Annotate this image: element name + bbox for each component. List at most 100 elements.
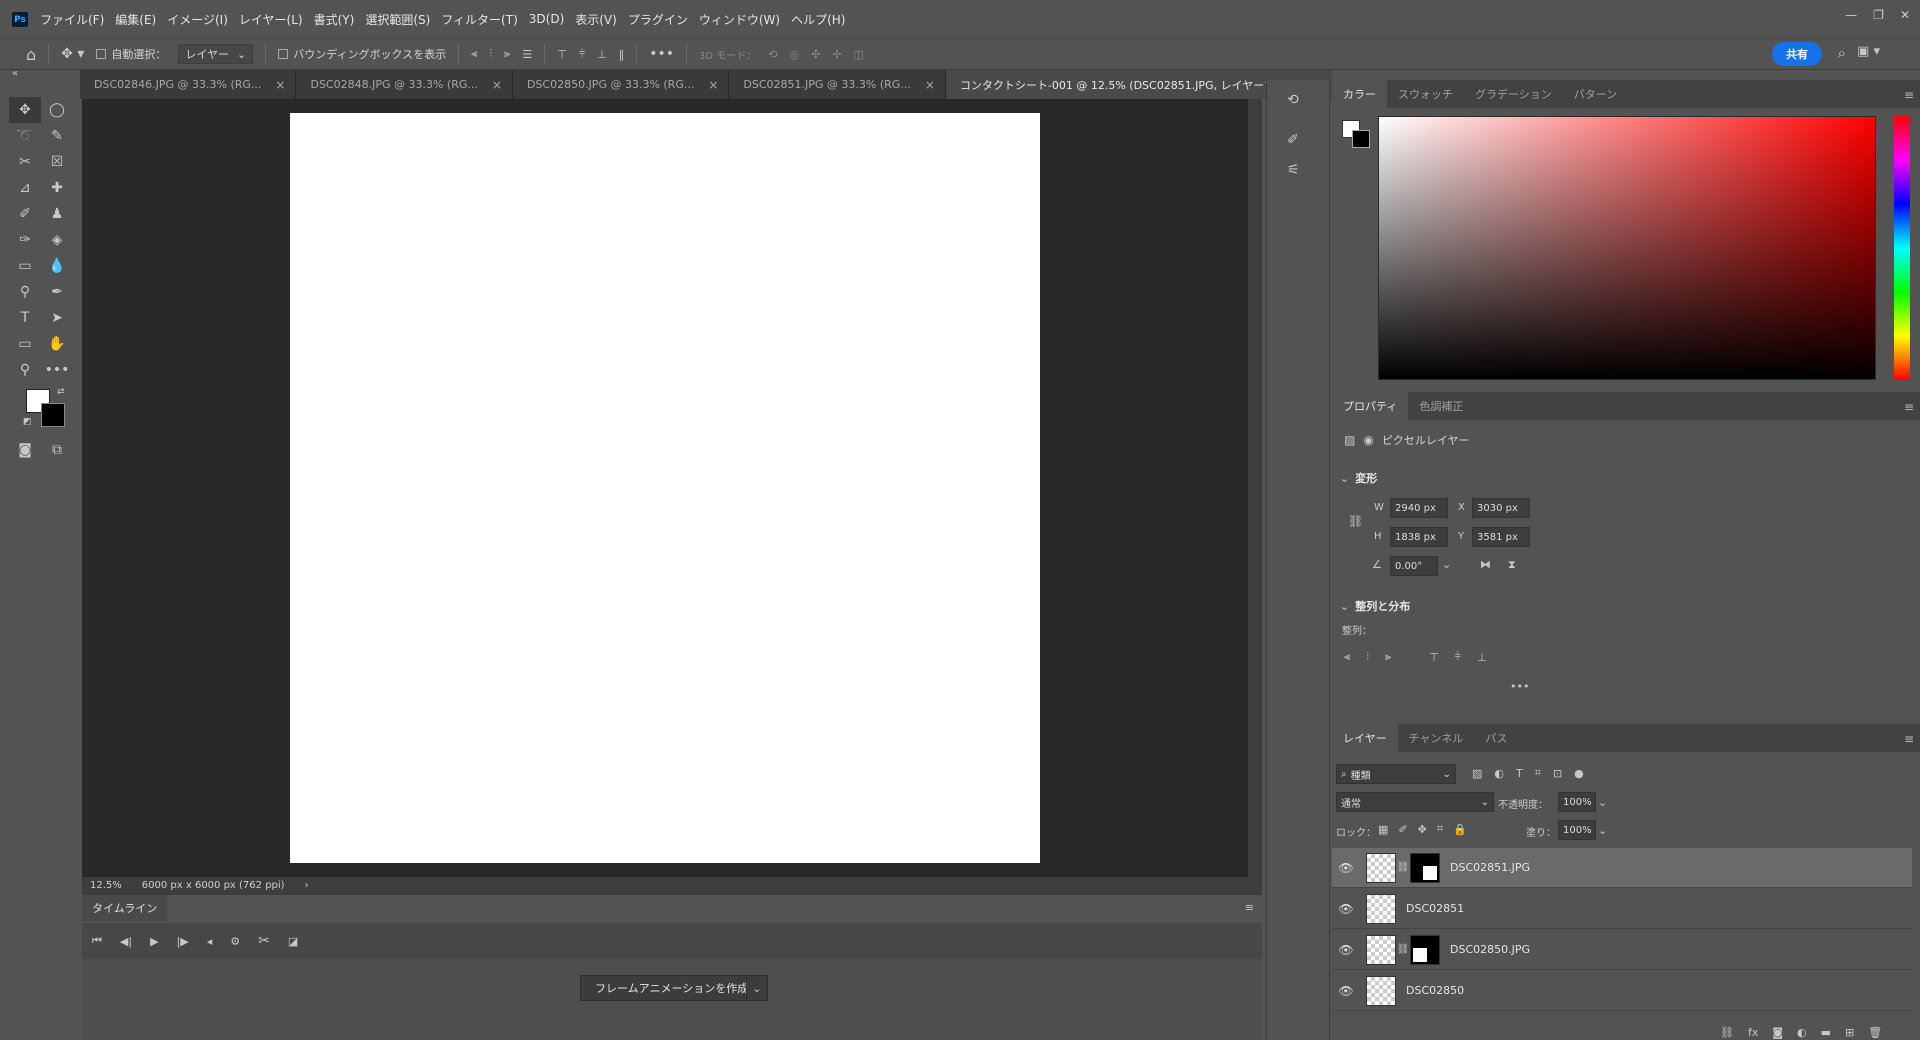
history-icon[interactable]: ⟲ bbox=[1287, 92, 1299, 108]
align-right-icon[interactable]: ⫸ bbox=[1385, 650, 1391, 664]
align-center-h-icon[interactable]: ⫶ bbox=[489, 47, 492, 61]
align-left-icon[interactable]: ⫷ bbox=[471, 47, 477, 61]
crop-tool-icon[interactable]: ✂ bbox=[9, 149, 41, 175]
fx-icon[interactable]: fx bbox=[1748, 1026, 1758, 1039]
new-group-icon[interactable]: ▬ bbox=[1821, 1026, 1831, 1039]
distribute-icon[interactable]: ☰ bbox=[522, 48, 532, 61]
zoom-tool-icon[interactable]: ⚲ bbox=[9, 357, 41, 383]
document-tab[interactable]: DSC02850.JPG @ 33.3% (RG... × bbox=[512, 70, 730, 99]
tab-patterns[interactable]: パターン bbox=[1563, 80, 1628, 108]
rectangle-tool-icon[interactable]: ▭ bbox=[9, 331, 41, 357]
adjustments-icon[interactable]: ⚟ bbox=[1287, 162, 1300, 178]
blur-tool-icon[interactable]: 💧 bbox=[41, 253, 73, 279]
align-bottom-icon[interactable]: ⊥ bbox=[1477, 651, 1487, 664]
3d-camera-icon[interactable]: ◫ bbox=[854, 48, 864, 61]
align-middle-v-icon[interactable]: ⫩ bbox=[1455, 650, 1461, 664]
close-tab-icon[interactable]: × bbox=[275, 78, 285, 92]
distribute-v-icon[interactable]: ‖ bbox=[619, 48, 625, 61]
more-options-icon[interactable]: ••• bbox=[649, 46, 674, 62]
transition-icon[interactable]: ◪ bbox=[288, 935, 298, 948]
swap-colors-icon[interactable]: ⇄ bbox=[57, 387, 65, 397]
marquee-tool-icon[interactable]: ◯ bbox=[41, 97, 73, 123]
tab-color[interactable]: カラー bbox=[1332, 80, 1387, 108]
tab-layers[interactable]: レイヤー bbox=[1332, 724, 1398, 752]
background-color-swatch[interactable] bbox=[41, 403, 65, 427]
history-brush-tool-icon[interactable]: ✑ bbox=[9, 227, 41, 253]
chevron-down-icon[interactable]: ⌄ bbox=[1442, 558, 1451, 571]
align-section-header[interactable]: ⌄ 整列と分布 bbox=[1340, 598, 1410, 614]
brush-tool-icon[interactable]: ✐ bbox=[9, 201, 41, 227]
panel-menu-icon[interactable]: ≡ bbox=[1245, 901, 1254, 914]
layer-filter-dropdown[interactable]: ⌕ 種類 ⌄ bbox=[1336, 764, 1456, 784]
shape-filter-icon[interactable]: ⌗ bbox=[1535, 766, 1541, 780]
brush-settings-icon[interactable]: ✐ bbox=[1287, 132, 1299, 148]
pen-tool-icon[interactable]: ✒ bbox=[41, 279, 73, 305]
minimize-icon[interactable]: — bbox=[1845, 8, 1857, 22]
flip-vertical-icon[interactable]: ⧗ bbox=[1508, 558, 1516, 572]
visibility-eye-icon[interactable]: 👁 bbox=[1332, 984, 1360, 998]
hue-slider[interactable] bbox=[1894, 116, 1910, 380]
opacity-field[interactable]: 100% bbox=[1558, 792, 1596, 812]
adjustment-filter-icon[interactable]: ◐ bbox=[1494, 767, 1504, 780]
document-tab[interactable]: DSC02851.JPG @ 33.3% (RG... × bbox=[729, 70, 946, 99]
menu-image[interactable]: イメージ(I) bbox=[167, 11, 228, 28]
height-field[interactable]: 1838 px bbox=[1390, 527, 1448, 547]
lasso-tool-icon[interactable]: ➰ bbox=[9, 123, 41, 149]
next-frame-icon[interactable]: |▶ bbox=[177, 935, 189, 948]
eyedropper-tool-icon[interactable]: ⊿ bbox=[9, 175, 41, 201]
type-tool-icon[interactable]: T bbox=[9, 305, 41, 331]
first-frame-icon[interactable]: ⏮ bbox=[92, 934, 102, 948]
panel-menu-icon[interactable]: ≡ bbox=[1904, 732, 1914, 746]
eraser-tool-icon[interactable]: ◈ bbox=[41, 227, 73, 253]
visibility-eye-icon[interactable]: 👁 bbox=[1332, 943, 1360, 957]
type-filter-icon[interactable]: T bbox=[1516, 767, 1523, 780]
bg-color-chip[interactable] bbox=[1352, 130, 1370, 148]
play-icon[interactable]: ▶ bbox=[150, 935, 158, 948]
y-field[interactable]: 3581 px bbox=[1472, 527, 1530, 547]
color-picker-field[interactable] bbox=[1378, 116, 1876, 380]
layer-row[interactable]: 👁 ⛓ DSC02850.JPG bbox=[1332, 930, 1912, 970]
flip-horizontal-icon[interactable]: ⧓ bbox=[1480, 558, 1491, 571]
menu-layer[interactable]: レイヤー(L) bbox=[239, 11, 303, 28]
menu-edit[interactable]: 編集(E) bbox=[115, 11, 156, 28]
blend-mode-dropdown[interactable]: 通常 ⌄ bbox=[1336, 792, 1494, 812]
tab-channels[interactable]: チャンネル bbox=[1398, 724, 1475, 752]
hand-tool-icon[interactable]: ✋ bbox=[41, 331, 73, 357]
lock-all-icon[interactable]: 🔒 bbox=[1453, 823, 1467, 836]
zoom-level[interactable]: 12.5% bbox=[90, 880, 122, 891]
lock-artboard-icon[interactable]: ⌗ bbox=[1437, 822, 1443, 836]
document-canvas[interactable] bbox=[290, 113, 1040, 863]
smart-object-filter-icon[interactable]: ⊡ bbox=[1553, 767, 1562, 780]
close-window-icon[interactable]: ✕ bbox=[1900, 8, 1910, 22]
menu-help[interactable]: ヘルプ(H) bbox=[791, 11, 845, 28]
checkbox-box[interactable] bbox=[96, 49, 107, 59]
chevron-down-icon[interactable]: ⌄ bbox=[746, 975, 768, 1001]
chevron-down-icon[interactable]: ⌄ bbox=[1598, 824, 1607, 837]
visibility-eye-icon[interactable]: 👁 bbox=[1332, 902, 1360, 916]
close-tab-icon[interactable]: × bbox=[708, 78, 718, 92]
angle-field[interactable]: 0.00° bbox=[1390, 556, 1438, 576]
gradient-tool-icon[interactable]: ▭ bbox=[9, 253, 41, 279]
fill-field[interactable]: 100% bbox=[1558, 820, 1596, 840]
workspace-icon[interactable]: ▣ ▾ bbox=[1857, 44, 1880, 59]
align-left-icon[interactable]: ⫷ bbox=[1344, 650, 1350, 664]
dodge-tool-icon[interactable]: ⚲ bbox=[9, 279, 41, 305]
align-center-h-icon[interactable]: ⫶ bbox=[1366, 650, 1369, 664]
align-top-icon[interactable]: ⊤ bbox=[1429, 651, 1439, 664]
quick-select-tool-icon[interactable]: ✎ bbox=[41, 123, 73, 149]
screen-mode-icon[interactable]: ⧉ bbox=[41, 437, 73, 463]
stamp-tool-icon[interactable]: ♟ bbox=[41, 201, 73, 227]
close-tab-icon[interactable]: × bbox=[492, 78, 502, 92]
new-layer-icon[interactable]: ⊞ bbox=[1845, 1026, 1854, 1039]
auto-select-target-dropdown[interactable]: レイヤー ⌄ bbox=[178, 44, 254, 64]
transform-section-header[interactable]: ⌄ 変形 bbox=[1340, 470, 1377, 486]
create-frame-animation-button[interactable]: フレームアニメーションを作成 bbox=[580, 975, 764, 1001]
link-icon[interactable]: ⛓ bbox=[1396, 944, 1410, 955]
layer-row[interactable]: 👁 DSC02850 bbox=[1332, 971, 1912, 1011]
checkbox-box[interactable] bbox=[278, 49, 289, 59]
layer-row[interactable]: 👁 DSC02851 bbox=[1332, 889, 1912, 929]
split-scissors-icon[interactable]: ✂ bbox=[258, 933, 270, 949]
align-top-icon[interactable]: ⊤ bbox=[557, 48, 567, 61]
tab-swatches[interactable]: スウォッチ bbox=[1387, 80, 1464, 108]
menu-3d[interactable]: 3D(D) bbox=[529, 12, 564, 26]
